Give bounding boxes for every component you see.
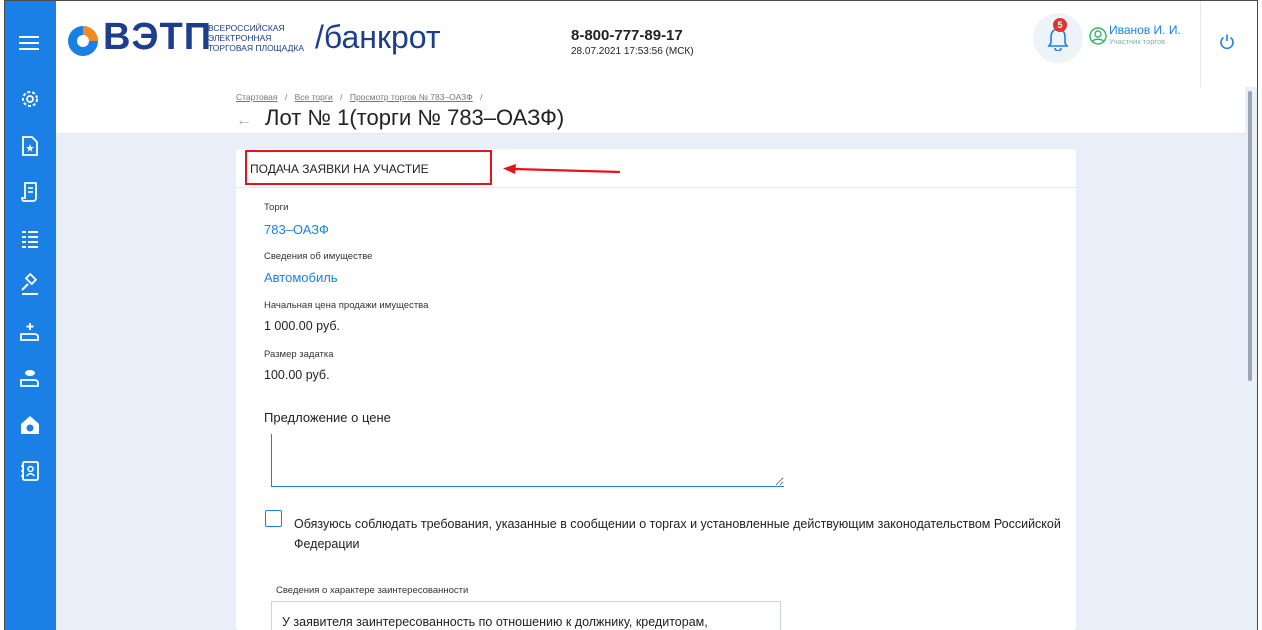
agreement-checkbox[interactable]: [265, 510, 282, 527]
sidebar-item-applications[interactable]: [18, 320, 42, 344]
breadcrumb-all-auctions-link[interactable]: Все торги: [295, 92, 333, 102]
sidebar-item-registry[interactable]: [18, 180, 42, 204]
breadcrumb-home-link[interactable]: Стартовая: [236, 92, 277, 102]
scroll-icon: [21, 182, 37, 202]
menu-toggle-button[interactable]: [5, 1, 56, 87]
user-name[interactable]: Иванов И. И.: [1109, 23, 1181, 37]
sidebar: [5, 87, 56, 630]
settings-icon: [22, 91, 38, 107]
hamburger-icon: [19, 36, 39, 54]
field-label-start-price: Начальная цена продажи имущества: [264, 300, 429, 311]
card-header: ПОДАЧА ЗАЯВКИ НА УЧАСТИЕ: [236, 149, 1076, 188]
field-label-deposit: Размер задатка: [264, 349, 334, 360]
interest-text: У заявителя заинтересованность по отноше…: [282, 615, 708, 629]
document-star-icon: [22, 136, 38, 156]
sidebar-item-property[interactable]: [18, 413, 42, 437]
field-value-start-price: 1 000.00 руб.: [264, 319, 340, 333]
sidebar-item-contacts[interactable]: [18, 459, 42, 483]
sidebar-item-settings[interactable]: [18, 87, 42, 111]
page-title-band: Стартовая / Все торги / Просмотр торгов …: [56, 87, 1257, 134]
logo-subtitle: ВСЕРОССИЙСКАЯ ЭЛЕКТРОННАЯ ТОРГОВАЯ ПЛОЩА…: [208, 23, 304, 53]
sidebar-item-list[interactable]: [18, 227, 42, 251]
house-ruble-icon: [21, 416, 39, 434]
field-label-property: Сведения об имуществе: [264, 251, 373, 262]
app-frame: ВЭТП ВСЕРОССИЙСКАЯ ЭЛЕКТРОННАЯ ТОРГОВАЯ …: [4, 0, 1258, 630]
top-header: ВЭТП ВСЕРОССИЙСКАЯ ЭЛЕКТРОННАЯ ТОРГОВАЯ …: [5, 1, 1257, 87]
sidebar-item-deposits[interactable]: [18, 366, 42, 390]
list-icon: [22, 231, 38, 248]
annotation-arrow-icon: [503, 164, 621, 174]
gavel-icon: [21, 272, 38, 295]
hand-coin-icon: [20, 370, 39, 387]
contact-card-icon: [21, 461, 39, 481]
application-card: ПОДАЧА ЗАЯВКИ НА УЧАСТИЕ Торги 783–ОАЗФ …: [236, 149, 1076, 630]
user-role: Участник торгов: [1109, 37, 1166, 46]
logo-mark-icon: [68, 26, 98, 56]
logo-text: ВЭТП: [103, 16, 213, 58]
price-offer-input[interactable]: [271, 434, 784, 487]
breadcrumb: Стартовая / Все торги / Просмотр торгов …: [236, 92, 483, 102]
server-datetime: 28.07.2021 17:53:56 (МСК): [571, 46, 694, 57]
agreement-text: Обязуюсь соблюдать требования, указанные…: [294, 517, 1061, 551]
field-value-deposit: 100.00 руб.: [264, 368, 330, 382]
breadcrumb-auction-view-link[interactable]: Просмотр торгов № 783–ОАЗФ: [350, 92, 473, 102]
scrollbar-thumb[interactable]: [1248, 91, 1252, 381]
sidebar-item-documents[interactable]: [18, 134, 42, 158]
field-value-auction-link[interactable]: 783–ОАЗФ: [264, 222, 329, 237]
hand-add-icon: [20, 323, 39, 341]
interest-textarea[interactable]: У заявителя заинтересованность по отноше…: [271, 601, 781, 630]
support-phone: 8-800-777-89-17: [571, 27, 683, 44]
field-value-property-link[interactable]: Автомобиль: [264, 270, 338, 285]
price-offer-label: Предложение о цене: [264, 410, 391, 425]
field-label-auction: Торги: [264, 202, 289, 213]
section-name: /банкрот: [315, 19, 441, 55]
notifications-badge: 5: [1053, 18, 1067, 32]
sidebar-item-auctions[interactable]: [18, 272, 42, 297]
header-divider: [1200, 1, 1201, 87]
annotation-highlight-box: [245, 150, 492, 185]
power-icon[interactable]: [1219, 33, 1235, 49]
interest-label: Сведения о характере заинтересованности: [276, 585, 469, 596]
back-arrow-icon[interactable]: ←: [236, 112, 252, 130]
page-title: Лот № 1(торги № 783–ОАЗФ): [265, 105, 565, 130]
user-avatar-icon[interactable]: [1089, 27, 1107, 45]
